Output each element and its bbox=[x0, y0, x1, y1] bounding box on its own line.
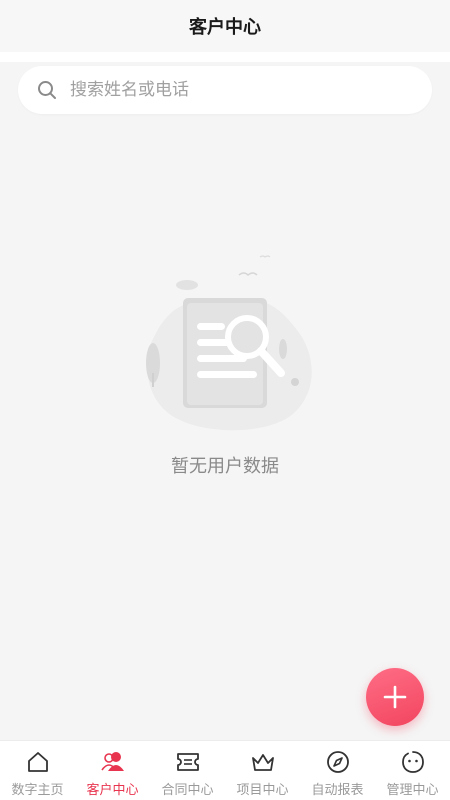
crown-icon bbox=[250, 749, 276, 775]
tab-label: 项目中心 bbox=[236, 783, 289, 798]
smiley-face-icon bbox=[400, 749, 426, 775]
empty-state-message: 暂无用户数据 bbox=[171, 456, 279, 477]
compass-icon bbox=[325, 749, 351, 775]
tab-label: 自动报表 bbox=[311, 783, 364, 798]
tab-label: 客户中心 bbox=[86, 783, 139, 798]
home-icon bbox=[25, 749, 51, 775]
empty-state-illustration bbox=[125, 245, 325, 445]
customer-center-screen: 客户中心 搜索姓名或电话 暂无用户数据 数字主页 客户中心 合同中心 项目中心 … bbox=[0, 0, 450, 800]
tab-management-center[interactable]: 管理中心 bbox=[375, 741, 450, 800]
search-icon bbox=[36, 79, 58, 101]
page-title: 客户中心 bbox=[189, 17, 261, 38]
search-bar[interactable] bbox=[18, 66, 432, 114]
ticket-icon bbox=[175, 749, 201, 775]
header-bar: 客户中心 bbox=[0, 0, 450, 52]
tab-digital-home[interactable]: 数字主页 bbox=[0, 741, 75, 800]
plus-icon bbox=[383, 685, 407, 709]
header-divider bbox=[0, 52, 450, 62]
tab-contract-center[interactable]: 合同中心 bbox=[150, 741, 225, 800]
tab-label: 管理中心 bbox=[386, 783, 439, 798]
search-input[interactable] bbox=[68, 79, 392, 101]
tab-customer-center[interactable]: 客户中心 bbox=[75, 741, 150, 800]
add-customer-button[interactable] bbox=[366, 668, 424, 726]
customers-icon bbox=[100, 749, 126, 775]
tab-project-center[interactable]: 项目中心 bbox=[225, 741, 300, 800]
bottom-tab-bar: 数字主页 客户中心 合同中心 项目中心 自动报表 管理中心 bbox=[0, 740, 450, 800]
tab-label: 合同中心 bbox=[161, 783, 214, 798]
tab-auto-report[interactable]: 自动报表 bbox=[300, 741, 375, 800]
tab-label: 数字主页 bbox=[11, 783, 64, 798]
